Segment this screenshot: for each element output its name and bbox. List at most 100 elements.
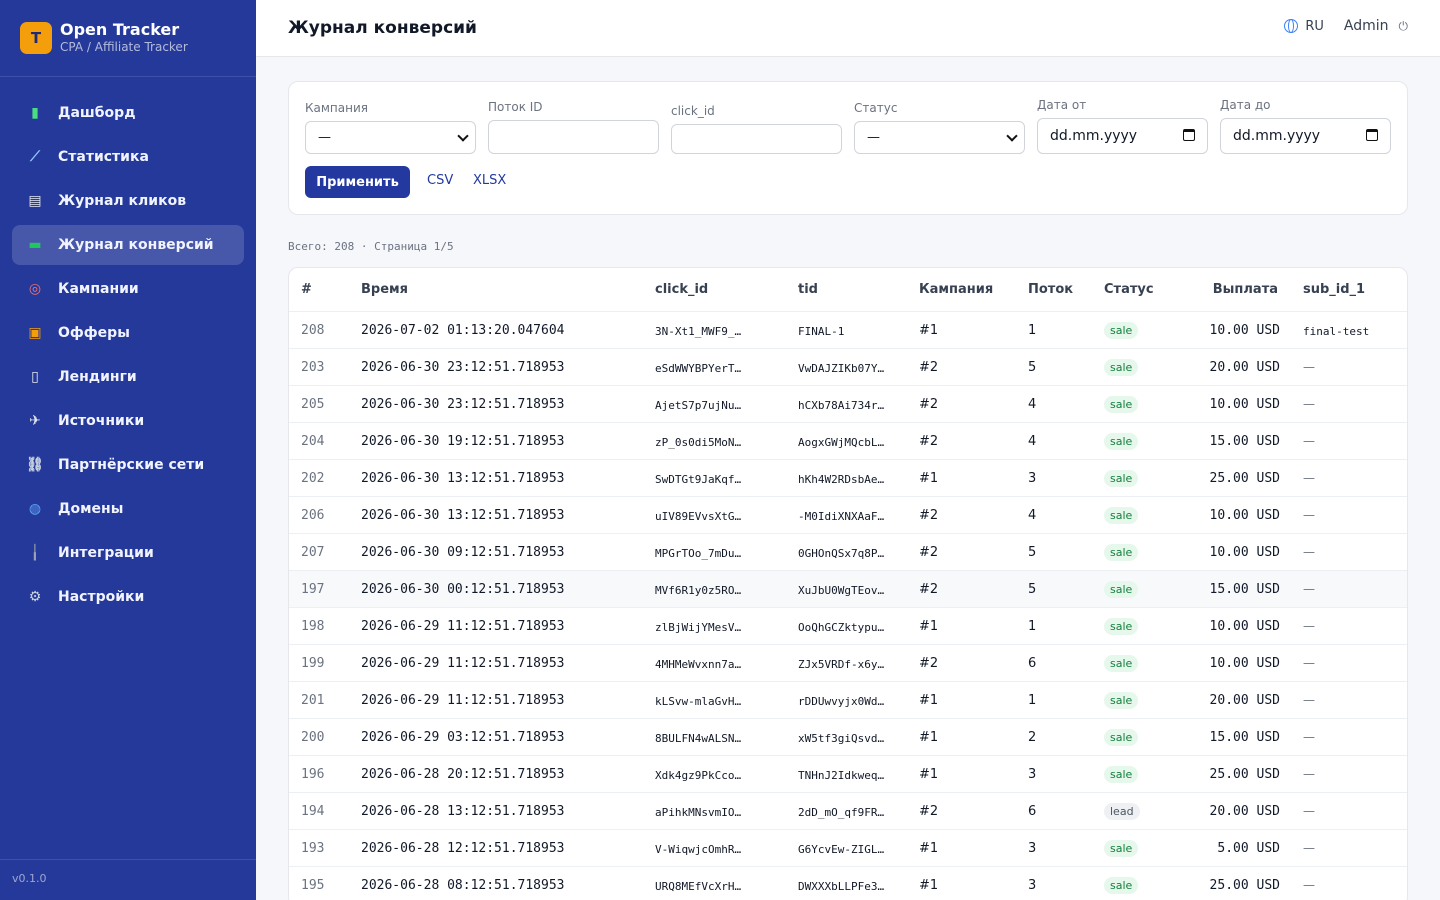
column-header[interactable]: Поток	[1028, 282, 1073, 297]
table-row[interactable]: 203 2026-06-30 23:12:51.718953 eSdWWYBPYer…	[289, 348, 1407, 385]
table-row[interactable]: 206 2026-06-30 13:12:51.718953 uIV89EVvsXt…	[289, 496, 1407, 533]
date-to-input[interactable]: dd.mm.yyyy	[1220, 118, 1391, 154]
cell-sub1: —	[1303, 471, 1315, 485]
click-id-input[interactable]	[671, 124, 842, 154]
cell-flow: 1	[1028, 619, 1037, 634]
status-badge: sale	[1104, 877, 1139, 894]
cell-sub1: —	[1303, 656, 1315, 670]
sidebar-item-5[interactable]: ▣ Офферы	[12, 313, 244, 353]
sidebar-item-label: Партнёрские сети	[58, 457, 205, 473]
cell-campaign: #2	[919, 656, 939, 671]
column-header[interactable]: #	[301, 282, 312, 297]
cell-tid: xW5tf3giQsvd…	[798, 732, 885, 745]
campaign-select[interactable]: —	[305, 121, 476, 154]
cell-payout: 20.00 USD	[1209, 693, 1280, 708]
cell-click_id: zP_0s0di5MoN…	[655, 436, 742, 449]
table-row[interactable]: 208 2026-07-02 01:13:20.047604 3N-Xt1_MWF9…	[289, 311, 1407, 348]
cell-campaign: #1	[919, 730, 939, 745]
cell-click_id: 3N-Xt1_MWF9_…	[655, 325, 742, 338]
table-row[interactable]: 195 2026-06-28 08:12:51.718953 URQ8MEfVcXr…	[289, 866, 1407, 900]
table-row[interactable]: 207 2026-06-30 09:12:51.718953 MPGrTOo_7mD…	[289, 533, 1407, 570]
cell-sub1: —	[1303, 730, 1315, 744]
table-row[interactable]: 199 2026-06-29 11:12:51.718953 4MHMeWvxnn7…	[289, 644, 1407, 681]
column-header[interactable]: click_id	[655, 282, 708, 297]
logout-power-icon[interactable]: ⏻	[1399, 19, 1409, 34]
table-row[interactable]: 201 2026-06-29 11:12:51.718953 kLSvw-mlaGv…	[289, 681, 1407, 718]
cell-tid: 0GHOnQSx7q8P…	[798, 547, 885, 560]
money-icon: ▬	[28, 237, 42, 253]
sidebar-item-11[interactable]: ⚙ Настройки	[12, 577, 244, 617]
sidebar-item-10[interactable]: ╽ Интеграции	[12, 533, 244, 573]
cell-time: 2026-06-30 09:12:51.718953	[361, 545, 565, 560]
cell-payout: 20.00 USD	[1209, 360, 1280, 375]
export-xlsx-button[interactable]: XLSX	[473, 173, 506, 188]
apply-button[interactable]: Применить	[305, 166, 410, 198]
table-row[interactable]: 194 2026-06-28 13:12:51.718953 aPihkMNsvmI…	[289, 792, 1407, 829]
export-csv-button[interactable]: CSV	[427, 173, 453, 188]
cell-id: 193	[301, 841, 325, 856]
status-label: Статус	[854, 101, 898, 115]
globe-icon[interactable]	[1284, 19, 1299, 33]
sidebar-item-2[interactable]: ▤ Журнал кликов	[12, 181, 244, 221]
sidebar-item-9[interactable]: ◍ Домены	[12, 489, 244, 529]
date-from-input[interactable]: dd.mm.yyyy	[1037, 118, 1208, 154]
cell-time: 2026-06-28 20:12:51.718953	[361, 767, 565, 782]
cell-time: 2026-06-30 19:12:51.718953	[361, 434, 565, 449]
status-badge: sale	[1104, 433, 1139, 450]
cell-click_id: MPGrTOo_7mDu…	[655, 547, 742, 560]
sidebar-item-1[interactable]: ⟋ Статистика	[12, 137, 244, 177]
brand[interactable]: T Open Tracker CPA / Affiliate Tracker	[0, 0, 256, 77]
column-header[interactable]: Кампания	[919, 282, 993, 297]
cell-campaign: #2	[919, 582, 939, 597]
calendar-icon[interactable]	[1366, 129, 1378, 141]
sidebar-item-0[interactable]: ▮ Дашборд	[12, 93, 244, 133]
column-header[interactable]: Выплата	[1213, 282, 1278, 297]
sidebar-item-3[interactable]: ▬ Журнал конверсий	[12, 225, 244, 265]
status-select[interactable]: —	[854, 121, 1025, 154]
cell-flow: 5	[1028, 545, 1037, 560]
status-badge: lead	[1104, 803, 1140, 820]
cell-id: 206	[301, 508, 325, 523]
cell-sub1: —	[1303, 767, 1315, 781]
sidebar-item-label: Кампании	[58, 281, 139, 297]
plug-icon: ╽	[30, 545, 40, 561]
flow-id-input[interactable]	[488, 120, 659, 154]
user-menu[interactable]: Admin	[1344, 18, 1389, 34]
flow-id-label: Поток ID	[488, 100, 543, 114]
column-header[interactable]: tid	[798, 282, 818, 297]
cell-time: 2026-07-02 01:13:20.047604	[361, 323, 565, 338]
cell-tid: OoQhGCZktypu…	[798, 621, 885, 634]
sidebar-item-8[interactable]: ⛓ Партнёрские сети	[12, 445, 244, 485]
table-row[interactable]: 193 2026-06-28 12:12:51.718953 V-WiqwjcOmh…	[289, 829, 1407, 866]
table-row[interactable]: 200 2026-06-29 03:12:51.718953 8BULFN4wALS…	[289, 718, 1407, 755]
page-title: Журнал конверсий	[288, 18, 477, 38]
calendar-icon[interactable]	[1183, 129, 1195, 141]
cell-time: 2026-06-29 11:12:51.718953	[361, 693, 565, 708]
sidebar-item-7[interactable]: ✈ Источники	[12, 401, 244, 441]
chevron-down-icon	[457, 130, 469, 142]
cell-campaign: #1	[919, 693, 939, 708]
cell-sub1: —	[1303, 545, 1315, 559]
sidebar-item-4[interactable]: ◎ Кампании	[12, 269, 244, 309]
column-header[interactable]: sub_id_1	[1303, 282, 1365, 297]
cell-click_id: eSdWWYBPYerT…	[655, 362, 742, 375]
sidebar: T Open Tracker CPA / Affiliate Tracker ▮…	[0, 0, 256, 900]
status-badge: sale	[1104, 470, 1139, 487]
cell-click_id: zlBjWijYMesV…	[655, 621, 742, 634]
column-header[interactable]: Статус	[1104, 282, 1154, 297]
cell-payout: 15.00 USD	[1209, 434, 1280, 449]
cell-sub1: —	[1303, 693, 1315, 707]
table-row[interactable]: 196 2026-06-28 20:12:51.718953 Xdk4gz9PkCc…	[289, 755, 1407, 792]
table-row[interactable]: 202 2026-06-30 13:12:51.718953 SwDTGt9JaKq…	[289, 459, 1407, 496]
table-row[interactable]: 204 2026-06-30 19:12:51.718953 zP_0s0di5Mo…	[289, 422, 1407, 459]
cell-payout: 10.00 USD	[1209, 397, 1280, 412]
column-header[interactable]: Время	[361, 282, 408, 297]
table-row[interactable]: 198 2026-06-29 11:12:51.718953 zlBjWijYMes…	[289, 607, 1407, 644]
cell-tid: DWXXXbLLPFe3…	[798, 880, 885, 893]
cell-sub1: —	[1303, 360, 1315, 374]
table-row[interactable]: 205 2026-06-30 23:12:51.718953 AjetS7p7ujN…	[289, 385, 1407, 422]
language-switch[interactable]: RU	[1305, 19, 1324, 34]
cell-campaign: #2	[919, 434, 939, 449]
sidebar-item-6[interactable]: ▯ Лендинги	[12, 357, 244, 397]
table-row[interactable]: 197 2026-06-30 00:12:51.718953 MVf6R1y0z5R…	[289, 570, 1407, 607]
